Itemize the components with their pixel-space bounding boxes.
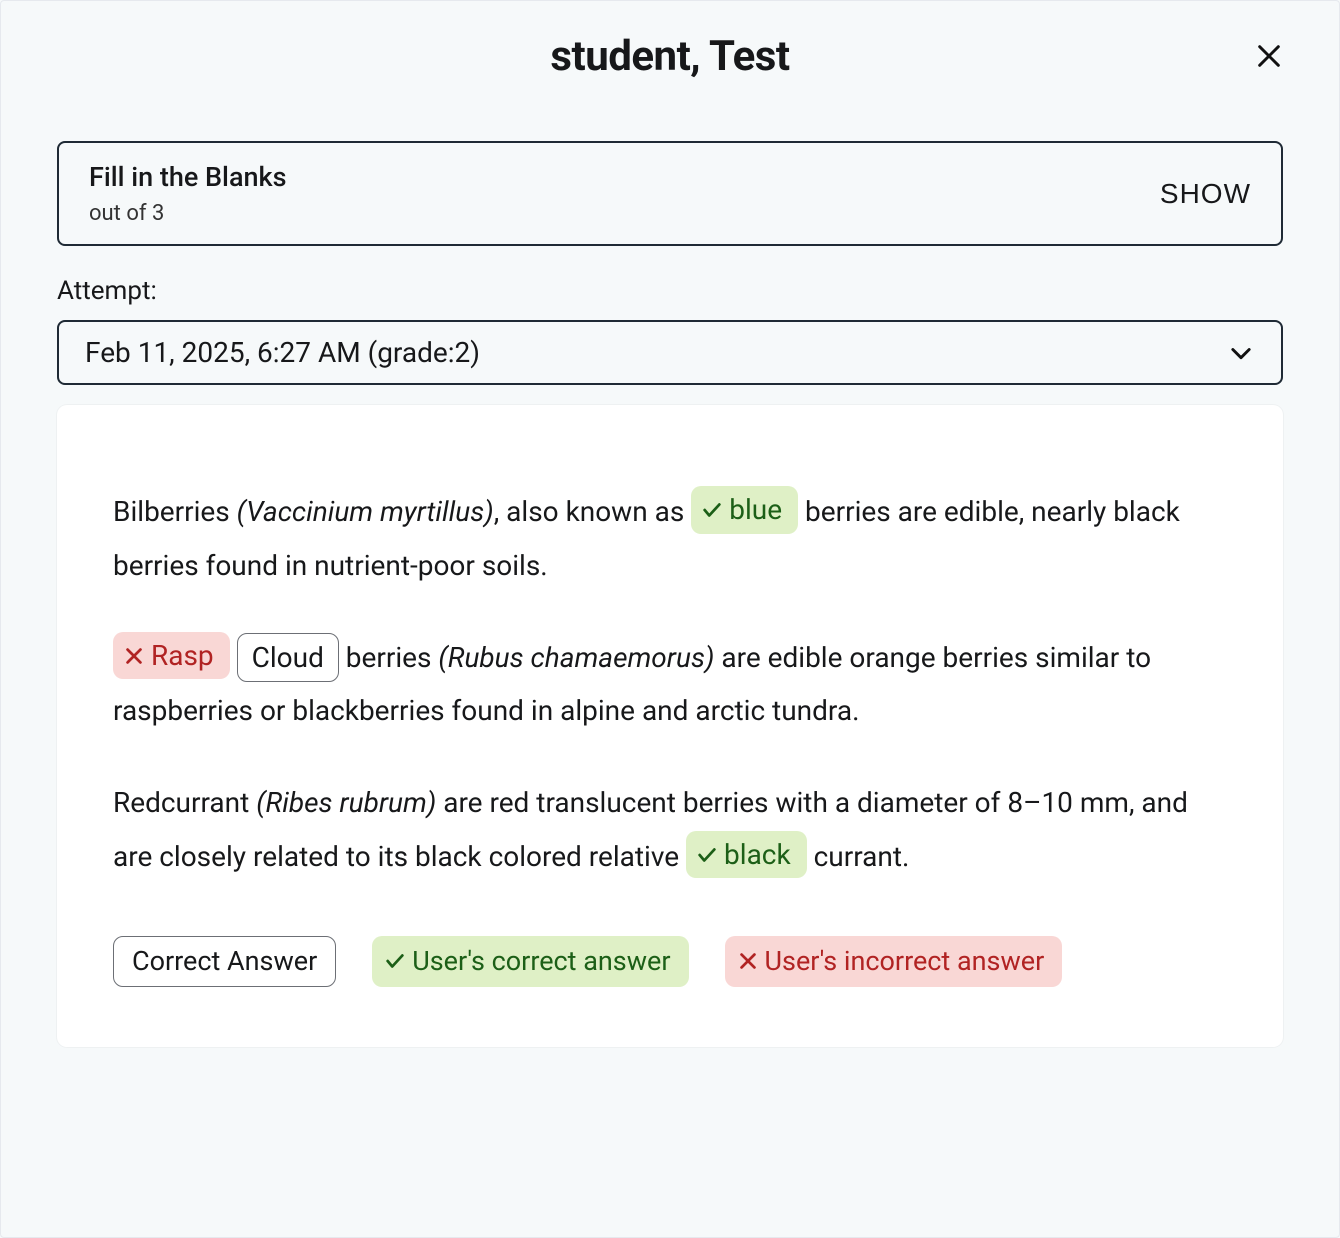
page-title: student, Test xyxy=(550,32,789,81)
passage-text: Bilberries xyxy=(113,495,237,528)
blank-answer-correct: black xyxy=(686,831,807,878)
x-icon xyxy=(123,645,145,667)
passage-italic: (Vaccinium myrtillus) xyxy=(237,495,494,528)
blank-text: blue xyxy=(729,488,782,531)
close-icon xyxy=(1255,42,1283,70)
attempt-selected: Feb 11, 2025, 6:27 AM (grade:2) xyxy=(85,336,480,369)
legend-label: Correct Answer xyxy=(132,941,317,983)
blank-text: Cloud xyxy=(252,636,324,679)
legend-label: User's correct answer xyxy=(412,941,670,983)
show-button[interactable]: SHOW xyxy=(1160,178,1251,210)
attempt-label: Attempt: xyxy=(57,276,1283,306)
blank-text: black xyxy=(724,833,791,876)
legend-user-incorrect: User's incorrect answer xyxy=(725,936,1063,988)
question-type-label: Fill in the Blanks xyxy=(89,161,287,193)
close-button[interactable] xyxy=(1247,34,1291,78)
blank-answer-correct: blue xyxy=(691,486,798,533)
x-icon xyxy=(737,950,759,972)
legend-user-correct: User's correct answer xyxy=(372,936,688,988)
passage-italic: (Rubus chamaemorus) xyxy=(438,641,714,674)
passage-paragraph-3: Redcurrant (Ribes rubrum) are red transl… xyxy=(113,776,1227,884)
passage-italic: (Ribes rubrum) xyxy=(256,786,436,819)
blank-text: Rasp xyxy=(151,634,214,677)
legend-correct-answer: Correct Answer xyxy=(113,936,336,988)
legend-label: User's incorrect answer xyxy=(765,941,1045,983)
passage-text: Redcurrant xyxy=(113,786,256,819)
question-summary-bar: Fill in the Blanks out of 3 SHOW xyxy=(57,141,1283,246)
check-icon xyxy=(696,844,718,866)
check-icon xyxy=(384,950,406,972)
check-icon xyxy=(701,499,723,521)
passage-paragraph-1: Bilberries (Vaccinium myrtillus), also k… xyxy=(113,485,1227,593)
passage-paragraph-2: Rasp Cloud berries (Rubus chamaemorus) a… xyxy=(113,631,1227,739)
passage-text: berries xyxy=(339,641,439,674)
attempt-dropdown[interactable]: Feb 11, 2025, 6:27 AM (grade:2) xyxy=(57,320,1283,385)
legend: Correct Answer User's correct answer Use… xyxy=(113,936,1227,988)
blank-answer-incorrect: Rasp xyxy=(113,632,230,679)
modal-header: student, Test xyxy=(57,11,1283,101)
chevron-down-icon xyxy=(1227,339,1255,367)
passage-text: currant. xyxy=(814,840,910,873)
question-score-sub: out of 3 xyxy=(89,201,287,226)
passage-text: , also known as xyxy=(494,495,692,528)
blank-answer-neutral: Cloud xyxy=(237,633,339,682)
passage-card: Bilberries (Vaccinium myrtillus), also k… xyxy=(57,405,1283,1047)
